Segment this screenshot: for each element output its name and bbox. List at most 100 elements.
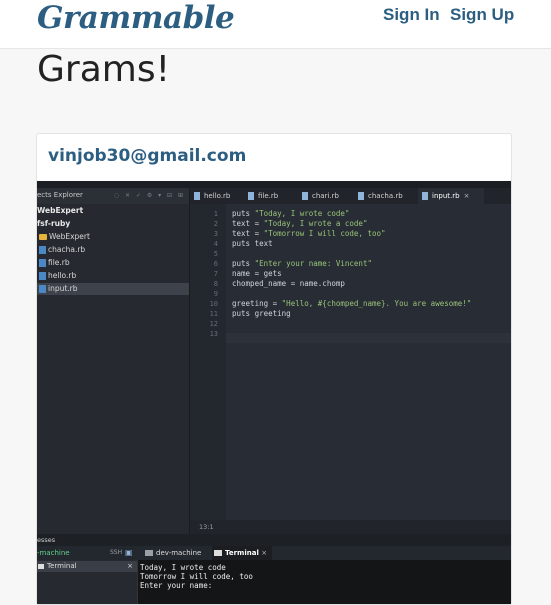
- tab-chari[interactable]: chari.rb: [298, 188, 354, 204]
- tab-file[interactable]: file.rb: [244, 188, 298, 204]
- line-number: 12: [209, 320, 218, 328]
- line-number: 8: [213, 280, 218, 288]
- line-number: 2: [213, 220, 218, 228]
- line-gutter: 1 2 3 4 5 6 7 8 9 10 11 12 13: [190, 204, 226, 520]
- explorer-title: ects Explorer: [37, 191, 83, 199]
- sign-up-link[interactable]: Sign Up: [450, 4, 514, 26]
- code-line[interactable]: puts "Enter your name: Vincent": [232, 259, 372, 269]
- code-string: "Hello, #{chomped_name}. You are awesome…: [281, 299, 472, 308]
- gram-image: ects Explorer ◌ ✕ ✓ ⚙ ▾ ⊟ ⊞ WebExpert fs…: [37, 181, 511, 604]
- file-icon: [39, 259, 46, 267]
- code-line[interactable]: chomped_name = name.chomp: [232, 279, 345, 289]
- tab-label: dev-machine: [156, 549, 202, 557]
- gram-card: vinjob30@gmail.com ects Explorer ◌ ✕ ✓ ⚙…: [36, 133, 512, 605]
- code-token: puts: [232, 259, 255, 268]
- terminal-list-label: Terminal: [47, 562, 77, 570]
- process-tabs: -machine SSH ▣ dev-machine Terminal ×: [37, 546, 511, 560]
- tab-chacha[interactable]: chacha.rb: [354, 188, 416, 204]
- tab-label: file.rb: [258, 192, 279, 200]
- terminal-list-item[interactable]: Terminal ×: [37, 561, 137, 572]
- line-number: 9: [213, 290, 218, 298]
- terminal-icon: [214, 550, 222, 556]
- line-number: 4: [213, 240, 218, 248]
- ide-toolbar: [37, 181, 511, 188]
- editor-tabs: hello.rb file.rb chari.rb chacha.rb inpu…: [190, 188, 511, 204]
- editor-statusbar: 13:1: [190, 520, 511, 534]
- tree-item-label: WebExpert: [37, 206, 84, 215]
- monitor-icon[interactable]: ▣: [125, 546, 133, 560]
- tree-item-label: hello.rb: [48, 271, 77, 280]
- close-icon[interactable]: ×: [464, 192, 470, 200]
- line-number: 7: [213, 270, 218, 278]
- machine-label[interactable]: -machine: [37, 546, 70, 560]
- tree-item-selected[interactable]: input.rb: [37, 283, 189, 295]
- ssh-label[interactable]: SSH: [110, 546, 122, 560]
- code-line[interactable]: puts text: [232, 239, 273, 249]
- terminal-line: Enter your name:: [140, 581, 213, 590]
- close-icon[interactable]: ×: [261, 549, 267, 557]
- code-line[interactable]: puts "Today, I wrote code": [232, 209, 349, 219]
- tree-item[interactable]: hello.rb: [39, 270, 76, 282]
- code-line[interactable]: puts greeting: [232, 309, 291, 319]
- code-line[interactable]: greeting = "Hello, #{chomped_name}. You …: [232, 299, 471, 309]
- tree-item-label: WebExpert: [49, 232, 90, 241]
- tab-label: chari.rb: [312, 192, 339, 200]
- file-icon: [358, 192, 364, 200]
- terminal-list: Terminal ×: [37, 560, 137, 604]
- tab-dev-machine[interactable]: dev-machine: [143, 546, 211, 560]
- code-token: puts: [232, 209, 255, 218]
- tab-label: chacha.rb: [368, 192, 403, 200]
- tab-label: Terminal: [225, 549, 259, 557]
- code-line[interactable]: text = "Tomorrow I will code, too": [232, 229, 386, 239]
- code-string: "Today, I wrote code": [254, 209, 350, 218]
- tree-item-label: fsf-ruby: [37, 219, 71, 228]
- tab-input[interactable]: input.rb ×: [418, 188, 484, 204]
- processes-panel-header: esses: [37, 534, 511, 546]
- tree-item[interactable]: WebExpert: [37, 205, 83, 217]
- file-icon: [39, 246, 46, 254]
- code-token: name = gets: [232, 269, 282, 278]
- line-number: 6: [213, 260, 218, 268]
- tab-label: input.rb: [432, 192, 460, 200]
- cursor-position: 13:1: [199, 523, 214, 531]
- file-icon: [39, 272, 46, 280]
- code-line[interactable]: text = "Today, I wrote a code": [232, 219, 367, 229]
- line-number: 10: [209, 300, 218, 308]
- code-line[interactable]: name = gets: [232, 269, 282, 279]
- tab-hello[interactable]: hello.rb: [190, 188, 244, 204]
- tab-terminal[interactable]: Terminal ×: [212, 546, 272, 560]
- code-token: puts greeting: [232, 309, 291, 318]
- tree-item[interactable]: file.rb: [39, 257, 70, 269]
- code-string: "Tomorrow I will code, too": [263, 229, 386, 238]
- tree-item[interactable]: WebExpert: [39, 231, 90, 243]
- line-number: 5: [213, 250, 218, 258]
- code-editor: hello.rb file.rb chari.rb chacha.rb inpu…: [190, 188, 511, 534]
- processes-title: esses: [37, 536, 56, 544]
- current-line-highlight: [226, 333, 511, 343]
- tree-item[interactable]: fsf-ruby: [37, 218, 70, 230]
- code-token: chomped_name = name.chomp: [232, 279, 345, 288]
- tree-item-label: file.rb: [48, 258, 70, 267]
- navbar: Grammable Sign In Sign Up: [0, 0, 551, 49]
- tree-item[interactable]: chacha.rb: [39, 244, 85, 256]
- project-explorer: ects Explorer ◌ ✕ ✓ ⚙ ▾ ⊟ ⊞ WebExpert fs…: [37, 188, 190, 534]
- line-number: 13: [209, 330, 218, 338]
- code-token: text =: [232, 219, 264, 228]
- code-token: puts text: [232, 239, 273, 248]
- line-number: 11: [209, 310, 218, 318]
- terminal-output[interactable]: Today, I wrote code Tomorrow I will code…: [137, 560, 511, 604]
- terminal-line: Today, I wrote code: [140, 563, 226, 572]
- folder-icon: [39, 234, 47, 240]
- terminal-line: Tomorrow I will code, too: [140, 572, 253, 581]
- tree-item-label: input.rb: [48, 284, 78, 293]
- brand-logo[interactable]: Grammable: [37, 0, 235, 36]
- page-title: Grams!: [37, 49, 171, 90]
- line-number: 1: [213, 210, 218, 218]
- terminal-icon: [38, 563, 44, 569]
- gram-author-email: vinjob30@gmail.com: [48, 146, 247, 166]
- line-number: 3: [213, 230, 218, 238]
- sign-in-link[interactable]: Sign In: [383, 4, 440, 26]
- tree-item-label: chacha.rb: [48, 245, 86, 254]
- file-icon: [302, 192, 308, 200]
- close-icon[interactable]: ×: [127, 561, 133, 572]
